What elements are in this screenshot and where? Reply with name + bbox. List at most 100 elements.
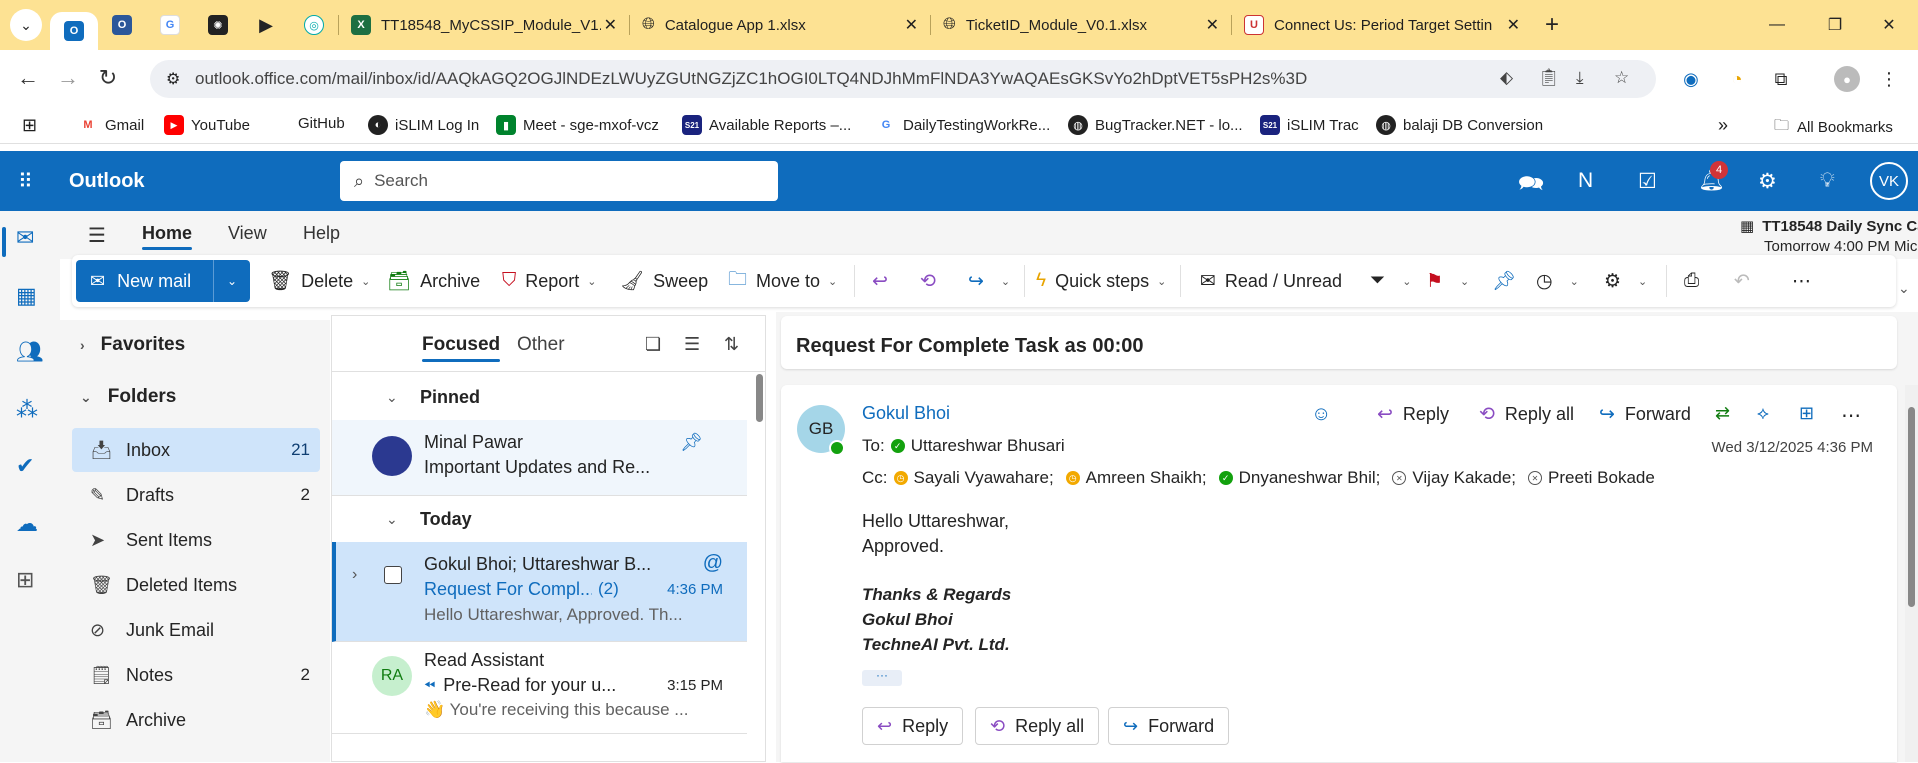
chevron-down-icon[interactable]: ⌄ — [1638, 275, 1647, 288]
todo-icon[interactable]: ☑ — [1638, 169, 1657, 194]
bookmark-gmail[interactable]: M Gmail — [78, 115, 144, 135]
timer-extension-icon[interactable]: ◔ — [1724, 66, 1750, 92]
pinned-tab-outlook[interactable]: O — [50, 12, 98, 50]
minimize-button[interactable]: — — [1748, 0, 1806, 50]
onenote-icon[interactable]: N — [1578, 169, 1593, 193]
bookmark-balaji[interactable]: ◍ balaji DB Conversion — [1376, 115, 1543, 135]
folder-junk-email[interactable]: ⊘ Junk Email — [72, 608, 320, 652]
search-placeholder[interactable]: Search — [374, 171, 428, 191]
folder-sent-items[interactable]: ➤ Sent Items — [72, 518, 320, 562]
pinned-tab-google[interactable]: G — [146, 6, 194, 44]
chevron-down-icon[interactable]: ⌄ — [828, 275, 837, 288]
flag-button[interactable]: ⚑ ⌄ — [1426, 263, 1469, 299]
cc-recipient[interactable]: Dnyaneshwar Bhil; — [1239, 468, 1381, 488]
chevron-down-icon[interactable]: ⌄ — [1402, 275, 1411, 288]
reply-all-button[interactable]: ⟲ Reply all — [975, 707, 1100, 745]
tab-0[interactable]: X TT18548_MyCSSIP_Module_V1. ✕ — [339, 6, 629, 44]
snooze-button[interactable]: ◷ ⌄ — [1536, 263, 1579, 299]
emoji-reaction-icon[interactable]: ☺ — [1311, 403, 1331, 426]
omnibox[interactable]: ⚙ outlook.office.com/mail/inbox/id/AAQkA… — [150, 60, 1656, 98]
reply-button[interactable]: ↩ Reply — [862, 707, 964, 745]
new-mail-button[interactable]: ✉ New mail ⌄ — [76, 260, 250, 302]
list-item[interactable]: RA Read Assistant ⏪︎ Pre-Read for your u.… — [332, 642, 747, 734]
tab-focused[interactable]: Focused — [422, 334, 501, 362]
bookmark-islim-trac[interactable]: S21 iSLIM Trac — [1260, 115, 1359, 135]
scrollbar-thumb[interactable] — [1908, 407, 1915, 607]
chevron-down-icon[interactable]: ⌄ — [1570, 275, 1579, 288]
scrollbar-thumb[interactable] — [756, 374, 763, 422]
reply-button[interactable]: ↩ — [872, 263, 897, 299]
folder-drafts[interactable]: ✎ Drafts 2 — [72, 473, 320, 517]
folder-archive[interactable]: 🗃︎ Archive — [72, 698, 320, 742]
bookmark-daily-testing[interactable]: G DailyTestingWorkRe... — [876, 115, 1050, 135]
list-item-selected[interactable]: › Gokul Bhoi; Uttareshwar B... @ Request… — [332, 542, 747, 642]
app-launcher-icon[interactable]: ⠿ — [18, 169, 34, 194]
show-more-button[interactable]: ··· — [862, 669, 902, 686]
hamburger-icon[interactable]: ☰ — [88, 223, 106, 248]
bookmark-bugtracker[interactable]: ◍ BugTracker.NET - lo... — [1068, 115, 1243, 135]
install-icon[interactable]: ⤓ — [1576, 68, 1584, 88]
upcoming-meeting[interactable]: ▦ TT18548 Daily Sync Call - M... Tomorrow… — [1740, 217, 1918, 257]
tab-1[interactable]: 🌐︎ Catalogue App 1.xlsx ✕ — [630, 6, 930, 44]
more-bookmarks-icon[interactable]: » — [1718, 115, 1728, 136]
todo-check-icon[interactable]: ✔ — [16, 453, 34, 479]
url-text[interactable]: outlook.office.com/mail/inbox/id/AAQkAGQ… — [195, 69, 1307, 89]
tab-search-button[interactable]: ⌄ — [10, 9, 42, 41]
scrollbar[interactable] — [754, 316, 765, 763]
forward-button[interactable]: ↪ Forward — [1108, 707, 1230, 745]
reading-scrollbar[interactable] — [1905, 385, 1918, 762]
mail-icon[interactable]: ✉ — [16, 225, 34, 251]
chevron-down-icon[interactable]: ⌄ — [214, 274, 250, 288]
cc-recipient[interactable]: Vijay Kakade; — [1412, 468, 1516, 488]
gear-icon[interactable]: ⚙ — [1758, 169, 1777, 194]
chevron-down-icon[interactable]: ⌄ — [587, 275, 596, 288]
read-unread-button[interactable]: ✉ Read / Unread — [1200, 263, 1342, 299]
favorites-header[interactable]: › Favorites — [80, 334, 185, 356]
forward-button-ribbon[interactable]: ↪ ⌄ — [968, 263, 1010, 299]
bookmark-youtube[interactable]: ▶ YouTube — [164, 115, 250, 135]
chevron-right-icon[interactable]: › — [352, 566, 357, 584]
report-button[interactable]: ⛉ Report ⌄ — [502, 263, 597, 299]
print-button[interactable]: ⎙ — [1684, 263, 1708, 299]
browser-menu-icon[interactable]: ⋮ — [1876, 66, 1902, 92]
tab-view[interactable]: View — [228, 223, 267, 244]
pinned-tab-video[interactable]: ▶ — [242, 6, 290, 44]
loop-icon[interactable]: ⟡ — [1757, 403, 1769, 424]
cc-recipient[interactable]: Amreen Shaikh; — [1086, 468, 1207, 488]
restore-button[interactable]: ❐ — [1806, 0, 1864, 50]
undo-button[interactable]: ↶ — [1734, 263, 1759, 299]
search-box[interactable]: ⌕ Search — [340, 161, 778, 201]
teams-chat-icon[interactable]: 🗪︎ — [1518, 169, 1544, 204]
cc-recipient[interactable]: Sayali Vyawahare; — [914, 468, 1054, 488]
tab-2[interactable]: 🌐︎ TicketID_Module_V0.1.xlsx ✕ — [931, 6, 1231, 44]
extensions-icon[interactable]: ⧉ — [1768, 66, 1794, 92]
cc-recipient[interactable]: Preeti Bokade — [1548, 468, 1655, 488]
quick-steps-button[interactable]: ϟ Quick steps ⌄ — [1036, 263, 1166, 299]
reply-all-button[interactable]: ⟲ — [920, 263, 945, 299]
sort-icon[interactable]: ⇅ — [724, 334, 739, 355]
new-tab-button[interactable]: + — [1532, 11, 1572, 39]
pinned-tab-app[interactable]: ◎ — [290, 6, 338, 44]
sweep-button[interactable]: 🧹︎ Sweep — [620, 263, 708, 299]
bookmark-meet[interactable]: ▮ Meet - sge-mxof-vcz — [496, 115, 659, 135]
forward-button[interactable]: → — [48, 58, 88, 98]
more-options-button[interactable]: ⋯ — [1792, 263, 1820, 299]
categorize-button[interactable]: ⏷ ⌄ — [1370, 263, 1411, 299]
translate-icon[interactable]: ⇄ — [1715, 403, 1730, 424]
close-icon[interactable]: ✕ — [905, 15, 918, 35]
reply-all-button-header[interactable]: ⟲ Reply all — [1479, 403, 1574, 426]
more-icon[interactable]: ⋯ — [1841, 403, 1861, 428]
group-today[interactable]: ⌄ Today — [332, 496, 747, 542]
rules-button[interactable]: ⚙ ⌄ — [1604, 263, 1647, 299]
close-icon[interactable]: ✕ — [604, 15, 617, 35]
recipient[interactable]: Uttareshwar Bhusari — [911, 436, 1065, 456]
archive-button[interactable]: 🗃︎ Archive — [387, 263, 480, 299]
folder-inbox[interactable]: 📥︎ Inbox 21 — [72, 428, 320, 472]
pin-button[interactable]: 📌︎ — [1492, 263, 1525, 299]
folders-header[interactable]: ⌄ Folders — [80, 386, 176, 408]
tab-3[interactable]: U Connect Us: Period Target Settin ✕ — [1232, 6, 1532, 44]
bookmark-available-reports[interactable]: S21 Available Reports –... — [682, 115, 851, 135]
all-bookmarks[interactable]: 🗀 All Bookmarks — [1774, 115, 1893, 140]
list-item[interactable]: Minal Pawar Important Updates and Re... … — [332, 420, 747, 496]
translate-icon[interactable]: ⬖ — [1500, 68, 1513, 88]
